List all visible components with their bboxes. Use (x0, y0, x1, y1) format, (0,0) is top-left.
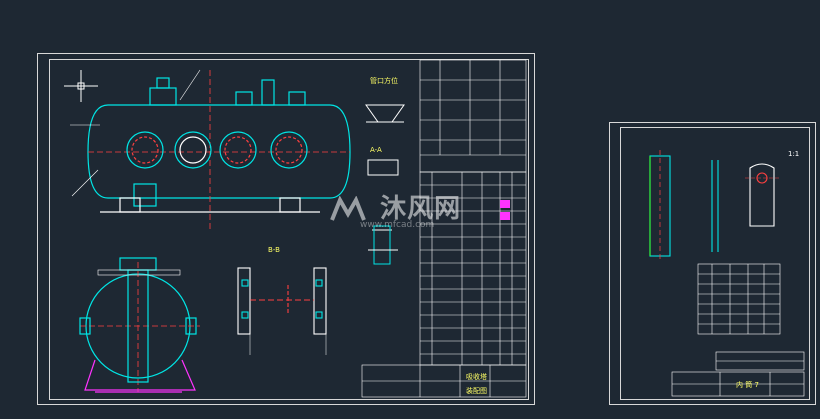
detail-label-nozzle-orientation: 管口方位 (370, 77, 398, 85)
detail-label-section-b: B-B (268, 246, 280, 254)
vessel-section-view (79, 257, 200, 393)
main-title-block-subtitle: 装配图 (466, 387, 487, 395)
main-title-block-name: 吸收塔 (466, 373, 487, 381)
parts-list-highlight (500, 200, 510, 220)
detail-table (671, 263, 805, 397)
weld-details (365, 104, 405, 265)
internals-detail-view (237, 267, 327, 355)
crosshair-cursor-icon (64, 70, 98, 102)
vessel-elevation-view (70, 69, 351, 230)
detail-part-views (649, 150, 780, 262)
detail-label-section-a: A-A (370, 146, 382, 154)
detail-scale-label: 1:1 (788, 150, 800, 158)
watermark-url: www.mfcad.com (360, 220, 435, 230)
detail-title-block-name: 内 筒 7 (736, 381, 759, 389)
